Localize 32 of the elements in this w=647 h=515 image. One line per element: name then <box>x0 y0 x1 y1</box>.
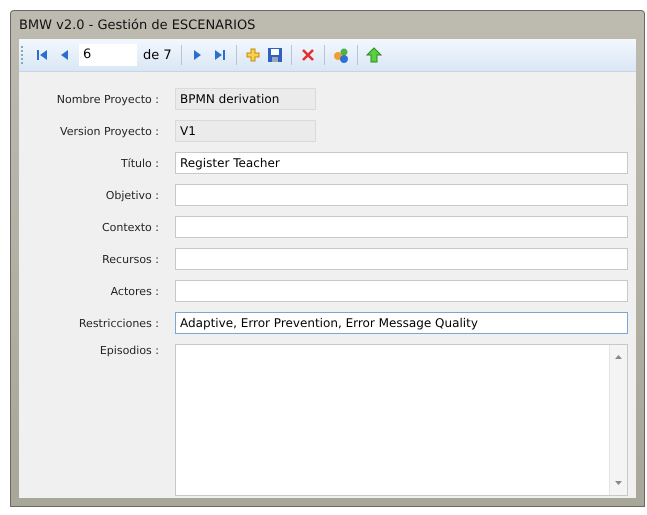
up-arrow-icon <box>366 47 382 63</box>
field-label: Contexto : <box>100 220 159 234</box>
input-field[interactable] <box>175 184 628 206</box>
input-field[interactable]: BPMN derivation <box>175 88 316 110</box>
plus-icon <box>246 48 260 62</box>
field-label: Recursos : <box>101 252 159 266</box>
field-label: Nombre Proyecto : <box>56 92 159 106</box>
last-icon <box>214 49 226 61</box>
field-label: Actores : <box>110 284 159 298</box>
scroll-down-icon[interactable] <box>615 481 622 485</box>
shapes-icon <box>332 48 349 62</box>
field-label: Restricciones : <box>78 316 159 330</box>
field-label: Episodios : <box>98 344 159 357</box>
input-field[interactable] <box>175 280 628 302</box>
save-icon <box>268 48 282 62</box>
input-field[interactable] <box>175 248 628 270</box>
field-label: Version Proyecto : <box>59 124 159 138</box>
record-field[interactable]: 6 <box>79 44 137 66</box>
field-label: Título : <box>120 156 159 170</box>
record-count: de 7 <box>143 48 172 62</box>
input-field[interactable]: Adaptive, Error Prevention, Error Message Quality <box>175 312 628 334</box>
window-title: BMW v2.0 - Gestión de ESCENARIOS <box>19 17 256 35</box>
field-label: Objetivo : <box>104 188 159 202</box>
scroll-up-icon[interactable] <box>615 355 622 359</box>
input-field[interactable]: V1 <box>175 120 316 142</box>
left-triangle-icon <box>60 49 68 61</box>
input-field[interactable]: Register Teacher <box>175 152 628 174</box>
first-icon <box>36 49 48 61</box>
right-triangle-icon <box>194 49 202 61</box>
input-field[interactable] <box>175 216 628 238</box>
scrollbar[interactable] <box>609 345 627 495</box>
delete-icon <box>300 48 315 62</box>
